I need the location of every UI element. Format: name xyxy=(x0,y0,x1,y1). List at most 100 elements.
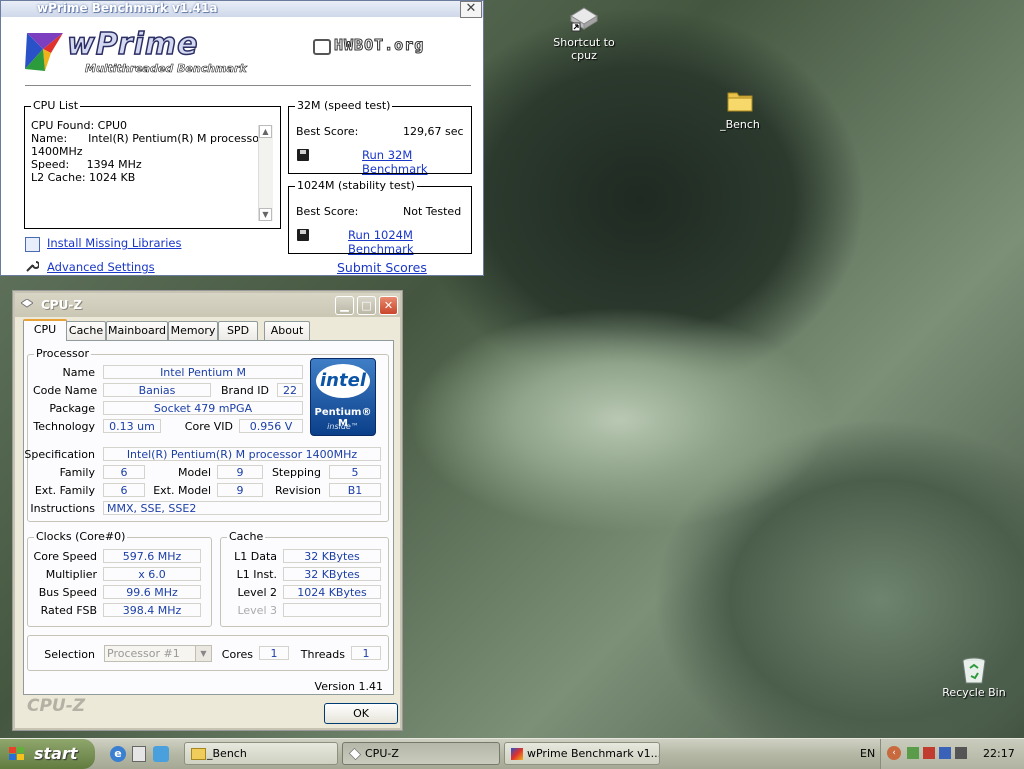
package-label: Package xyxy=(49,402,95,415)
taskbar-task-label: CPU-Z xyxy=(365,747,399,760)
save-floppy-icon[interactable] xyxy=(297,229,309,241)
intel-inside-text: inside™ xyxy=(327,422,359,431)
chevron-down-icon[interactable]: ▼ xyxy=(195,646,211,661)
test-32m-legend: 32M (speed test) xyxy=(295,99,393,112)
name-label: Name xyxy=(62,366,95,379)
cpu-list-scrollbar[interactable]: ▲ ▼ xyxy=(258,125,273,221)
cpu-list-line: L2 Cache: 1024 KB xyxy=(31,171,136,184)
taskbar-task-bench[interactable]: _Bench xyxy=(184,742,338,765)
revision-value: B1 xyxy=(329,483,381,497)
hwbot-logo: HWBOT.org xyxy=(313,36,424,55)
install-libraries-link[interactable]: Install Missing Libraries xyxy=(47,236,181,250)
tab-spd[interactable]: SPD xyxy=(218,321,258,340)
threads-label: Threads xyxy=(300,648,345,661)
wprime-logo-icon xyxy=(21,29,65,73)
quicklaunch-ie-icon[interactable]: e xyxy=(110,746,126,762)
best-score-label: Best Score: xyxy=(296,205,359,218)
desktop-icon-label: Recycle Bin xyxy=(942,686,1006,699)
rated-fsb-value: 398.4 MHz xyxy=(103,603,201,617)
stepping-label: Stepping xyxy=(271,466,321,479)
tray-clock[interactable]: 22:17 xyxy=(983,747,1015,760)
cpu-list-line: Name: Intel(R) Pentium(R) M processor xyxy=(31,132,264,145)
tray-speaker-icon[interactable] xyxy=(955,747,967,759)
taskbar-task-label: _Bench xyxy=(207,747,247,760)
cpu-list-box[interactable]: CPU Found: CPU0 Name: Intel(R) Pentium(R… xyxy=(31,119,264,219)
scroll-down-icon[interactable]: ▼ xyxy=(259,208,272,221)
extfamily-label: Ext. Family xyxy=(34,484,95,497)
cpuz-close-button[interactable]: ✕ xyxy=(379,296,398,315)
taskbar-task-wprime[interactable]: wPrime Benchmark v1... xyxy=(504,742,660,765)
instructions-value: MMX, SSE, SSE2 xyxy=(103,501,381,515)
ok-button[interactable]: OK xyxy=(324,703,398,724)
wprime-titlebar[interactable]: wPrime Benchmark v1.41a ✕ xyxy=(1,1,483,18)
maximize-button[interactable]: □ xyxy=(357,296,376,315)
minimize-button[interactable]: ▁ xyxy=(335,296,354,315)
libraries-icon xyxy=(25,237,40,252)
clocks-legend: Clocks (Core#0) xyxy=(34,530,128,543)
processor-select[interactable]: Processor #1 ▼ xyxy=(104,645,212,662)
test-1024m-group: 1024M (stability test) Best Score: Not T… xyxy=(288,179,472,256)
cpu-list-line: Speed: 1394 MHz xyxy=(31,158,142,171)
corevid-label: Core VID xyxy=(184,420,233,433)
run-1024m-button[interactable]: Run 1024M Benchmark xyxy=(348,228,471,256)
best-score-value: Not Tested xyxy=(403,205,462,218)
wprime-close-button[interactable]: ✕ xyxy=(460,1,482,18)
level2-label: Level 2 xyxy=(237,586,277,599)
bus-speed-label: Bus Speed xyxy=(38,586,97,599)
level3-value xyxy=(283,603,381,617)
wprime-logo-subtitle: Multithreaded Benchmark xyxy=(85,62,247,76)
submit-scores-link[interactable]: Submit Scores xyxy=(337,260,427,275)
scroll-up-icon[interactable]: ▲ xyxy=(259,125,272,138)
desktop-icon-recycle-bin[interactable]: Recycle Bin xyxy=(934,656,1014,699)
l1data-label: L1 Data xyxy=(234,550,277,563)
desktop-icon-bench-folder[interactable]: _Bench xyxy=(700,88,780,131)
tab-cache[interactable]: Cache xyxy=(66,321,106,340)
tray-network-icon[interactable] xyxy=(907,747,919,759)
start-label: start xyxy=(34,744,78,763)
start-button[interactable]: start xyxy=(0,739,95,769)
run-32m-button[interactable]: Run 32M Benchmark xyxy=(362,148,471,176)
intel-pentium-m-logo: intel Pentium® M inside™ xyxy=(310,358,376,436)
corevid-value: 0.956 V xyxy=(239,419,303,433)
best-score-value: 129,67 sec xyxy=(403,125,464,138)
advanced-settings-link[interactable]: Advanced Settings xyxy=(47,260,155,274)
language-indicator[interactable]: EN xyxy=(860,747,875,760)
brandid-value: 22 xyxy=(277,383,303,397)
intel-brand-text: intel xyxy=(320,370,366,391)
instructions-label: Instructions xyxy=(30,502,95,515)
header-divider xyxy=(25,85,471,86)
tab-mainboard[interactable]: Mainboard xyxy=(106,321,168,340)
tray-expand-icon[interactable]: ‹ xyxy=(887,746,901,760)
core-speed-value: 597.6 MHz xyxy=(103,549,201,563)
l1inst-value: 32 KBytes xyxy=(283,567,381,581)
desktop-icon-cpuz-shortcut[interactable]: Shortcut to cpuz xyxy=(544,6,624,62)
tab-cpu[interactable]: CPU xyxy=(23,319,67,341)
level3-label: Level 3 xyxy=(237,604,277,617)
technology-value: 0.13 um xyxy=(103,419,161,433)
tray-monitor-icon[interactable] xyxy=(939,747,951,759)
cpuz-titlebar[interactable]: CPU-Z ▁ □ ✕ xyxy=(15,293,400,317)
wprime-window: wPrime Benchmark v1.41a ✕ wPrime Multith… xyxy=(0,0,484,276)
windows-flag-icon xyxy=(8,746,26,762)
hwbot-text: HWBOT xyxy=(333,36,385,55)
tray-security-icon[interactable] xyxy=(923,747,935,759)
tab-about[interactable]: About xyxy=(264,321,310,340)
cpuz-app-icon xyxy=(348,747,362,761)
quicklaunch-browser-icon[interactable] xyxy=(153,746,169,762)
taskbar: start e _Bench CPU-Z wPrime Benchmark v1… xyxy=(0,738,1024,769)
system-tray: ‹ 22:17 xyxy=(880,739,1024,769)
brandid-label: Brand ID xyxy=(221,384,269,397)
revision-label: Revision xyxy=(275,484,321,497)
save-floppy-icon[interactable] xyxy=(297,149,309,161)
core-speed-label: Core Speed xyxy=(33,550,97,563)
name-value: Intel Pentium M xyxy=(103,365,303,379)
taskbar-task-cpuz[interactable]: CPU-Z xyxy=(342,742,500,765)
extmodel-label: Ext. Model xyxy=(153,484,211,497)
extfamily-value: 6 xyxy=(103,483,145,497)
family-label: Family xyxy=(59,466,95,479)
tab-memory[interactable]: Memory xyxy=(168,321,218,340)
quicklaunch-calculator-icon[interactable] xyxy=(132,746,146,762)
cpuz-watermark: CPU-Z xyxy=(27,696,86,716)
l1inst-label: L1 Inst. xyxy=(236,568,277,581)
family-value: 6 xyxy=(103,465,145,479)
